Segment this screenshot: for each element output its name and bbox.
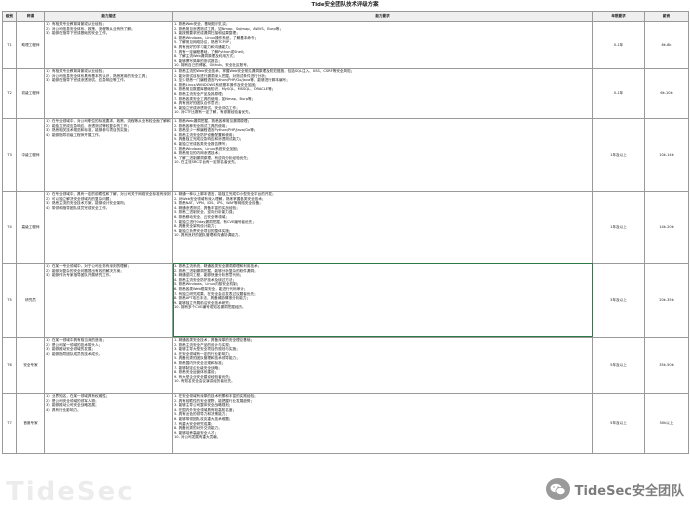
wechat-icon	[545, 478, 570, 500]
cell-line: 4）能够指导初级工程师开展工作。	[46, 132, 103, 137]
watermark-badge: TideSec安全团队	[545, 476, 684, 502]
cell-line: 4）能够指导团队成员的技术成长。	[46, 351, 103, 356]
title-cell: 初级工程师	[16, 67, 45, 119]
years-cell: 0-1年	[592, 67, 645, 119]
watermark-label: TideSec安全团队	[574, 483, 684, 499]
level-cell: T6	[2, 336, 17, 394]
cell-line: 10. 对CTF比赛有一定了解，有参赛经验者优先。	[174, 110, 253, 115]
column-header: 称谓	[16, 11, 45, 22]
salary-cell: 20k-35k	[644, 262, 689, 338]
cell-line: 10. 有知名安全会议演讲经历者优先。	[174, 379, 235, 384]
salary-cell: 6k-8k	[644, 21, 689, 69]
table-row: T5 研究员 1）在某一专业领域中，对于公司业务有深刻的理解； 2）能够对复杂的安全问…	[2, 262, 689, 338]
title-cell: 首席专家	[16, 392, 45, 454]
cell-line: 10. 对公司发展有重大贡献。	[174, 435, 221, 440]
table-row: T1 助理工程师 1）有相关专业教育背景或从业经验； 2）对公司信息安全体系、政策、流…	[2, 21, 689, 69]
ability-description-cell: 1）有相关专业教育背景或从业经验； 2）对公司信息安全体系具有基本的认识，熟悉常用…	[44, 67, 173, 119]
cell-line: 3）能够在指导下完成基础的安全工作。	[46, 31, 110, 36]
column-header: 能力描述	[44, 11, 173, 22]
years-cell: 3年及以上	[592, 262, 645, 338]
salary-cell: 14k-20k	[644, 190, 689, 264]
level-cell: T7	[2, 392, 17, 454]
ability-description-cell: 1）在专业领域中，对公司职位的标准要求、政策、流程等从业有较全面了解和实际操作经…	[44, 117, 173, 192]
level-cell: T2	[2, 67, 17, 119]
salary-cell: 10k-14k	[644, 117, 689, 192]
years-cell: 5年及以上	[592, 392, 645, 454]
ability-description-cell: 1）业界知名，在某一领域具有权威性； 2）是公司安全领域的领军人物； 3）能够推动公…	[44, 392, 173, 454]
cell-line: 3）能够作为专家指导团队开展研究工作。	[46, 273, 113, 278]
years-cell: 5年及以上	[592, 336, 645, 394]
title-cell: 中级工程师	[16, 117, 45, 192]
spreadsheet-sheet: Tide安全团队技术评级方案 级别 称谓 能力描述 能力要求 年限要求 薪资 T…	[0, 0, 690, 511]
years-cell: 1年及以上	[592, 117, 645, 192]
years-cell: 1年及以上	[592, 190, 645, 264]
page-title: Tide安全团队技术评级方案	[311, 2, 379, 8]
ability-requirement-cell: 1. 熟悉Web安全，基础知识扎实； 2. 熟悉常见渗透测试工具，如Nmap、Sq…	[172, 21, 593, 69]
ability-requirement-cell: 1. 熟悉主流的Web安全技术，掌握Web安全常见漏洞原理及防范措施，包括SQL…	[172, 67, 593, 119]
ability-description-cell: 1）在专业领域中，具有一定的前瞻性和了解，对公司关于网络安全标准有深刻理解； 2）…	[44, 190, 173, 264]
title-cell: 助理工程师	[16, 21, 45, 69]
title-cell: 高级工程师	[16, 190, 45, 264]
salary-cell: 50k以上	[644, 392, 689, 454]
ability-requirement-cell: 1. 精通各类安全技术，具备深厚的安全理论基础； 2. 熟悉主流安全产品的设计与实…	[172, 336, 593, 394]
table-row: T7 首席专家 1）业界知名，在某一领域具有权威性； 2）是公司安全领域的领军人物； 3…	[2, 392, 689, 454]
cell-line: 4）带领和指导团队成员完成安全工作。	[46, 205, 110, 210]
ability-requirement-cell: 1. 精通一种以上脚本语言，能独立完成中小型安全平台的开发； 2. 对Web安全领…	[172, 190, 593, 264]
salary-cell: 6k-10k	[644, 67, 689, 119]
cell-line: 10. 拥有自己的博客、Github、安全社区账号。	[174, 63, 251, 68]
level-cell: T3	[2, 117, 17, 192]
ability-requirement-cell: 1. 熟悉主流系统，精通各类安全漏洞原理和利用技术； 2. 熟悉二进制漏洞挖掘，能…	[172, 262, 593, 338]
cell-line: 10. 具有良好的团队管理和沟通协调能力。	[174, 233, 242, 238]
title-cell: 研究员	[16, 262, 45, 338]
table-row: T3 中级工程师 1）在专业领域中，对公司职位的标准要求、政策、流程等从业有较全面了…	[2, 117, 689, 192]
column-header: 能力要求	[172, 11, 593, 22]
background-watermark: TideSec	[6, 477, 135, 507]
level-cell: T5	[2, 262, 17, 338]
table-row: T6 安全专家 1）在某一领域中具有相当深的造诣； 2）是公司某一领域的技术带头人； 3…	[2, 336, 689, 394]
column-header: 级别	[2, 11, 17, 22]
table-header-row: 级别 称谓 能力描述 能力要求 年限要求 薪资	[2, 11, 689, 22]
cell-line: 10. 在主流SRC平台有一定排名者优先。	[174, 160, 239, 165]
ability-requirement-cell: 1. 在安全领域有深厚的技术积累和丰富的实践经验； 2. 具有前瞻性的安全视野，能…	[172, 392, 593, 454]
title-cell: 安全专家	[16, 336, 45, 394]
years-cell: 0-1年	[592, 21, 645, 69]
cell-line: 1）在专业领域中，具有一定的前瞻性和了解，对公司关于网络安全标准有深刻理解；	[46, 191, 171, 196]
salary-cell: 35k-50k	[644, 336, 689, 394]
level-cell: T4	[2, 190, 17, 264]
table-row: T2 初级工程师 1）有相关专业教育背景或从业经验； 2）对公司信息安全体系具有基本的…	[2, 67, 689, 119]
cell-line: 10. 拥有多个CVE编号或知名漏洞挖掘经历。	[174, 305, 246, 310]
rating-table: 级别 称谓 能力描述 能力要求 年限要求 薪资 T1 助理工程师 1）有相关专业教育…	[2, 11, 689, 454]
column-header: 年限要求	[592, 11, 645, 22]
cell-line: 3）能够在指导下完成渗透测试、应急响应等工作。	[46, 78, 128, 83]
ability-description-cell: 1）在某一专业领域中，对于公司业务有深刻的理解； 2）能够对复杂的安全问题提出有效…	[44, 262, 173, 338]
cell-line: 4）具有行业影响力。	[46, 407, 81, 412]
table-row: T4 高级工程师 1）在专业领域中，具有一定的前瞻性和了解，对公司关于网络安全标准有…	[2, 190, 689, 264]
column-header: 薪资	[644, 11, 689, 22]
cell-line: 1）在专业领域中，对公司职位的标准要求、政策、流程等从业有较全面了解和实际操作经…	[46, 118, 171, 123]
ability-requirement-cell: 1. 熟悉Web漏洞挖掘，熟悉各种常见漏洞原理； 2. 熟悉各种安全测试工具的使用…	[172, 117, 593, 192]
ability-description-cell: 1）有相关专业教育背景或从业经验； 2）对公司信息安全体系、政策、流程等从业有所了…	[44, 21, 173, 69]
ability-description-cell: 1）在某一领域中具有相当深的造诣； 2）是公司某一领域的技术带头人； 3）能够推动安…	[44, 336, 173, 394]
level-cell: T1	[2, 21, 17, 69]
